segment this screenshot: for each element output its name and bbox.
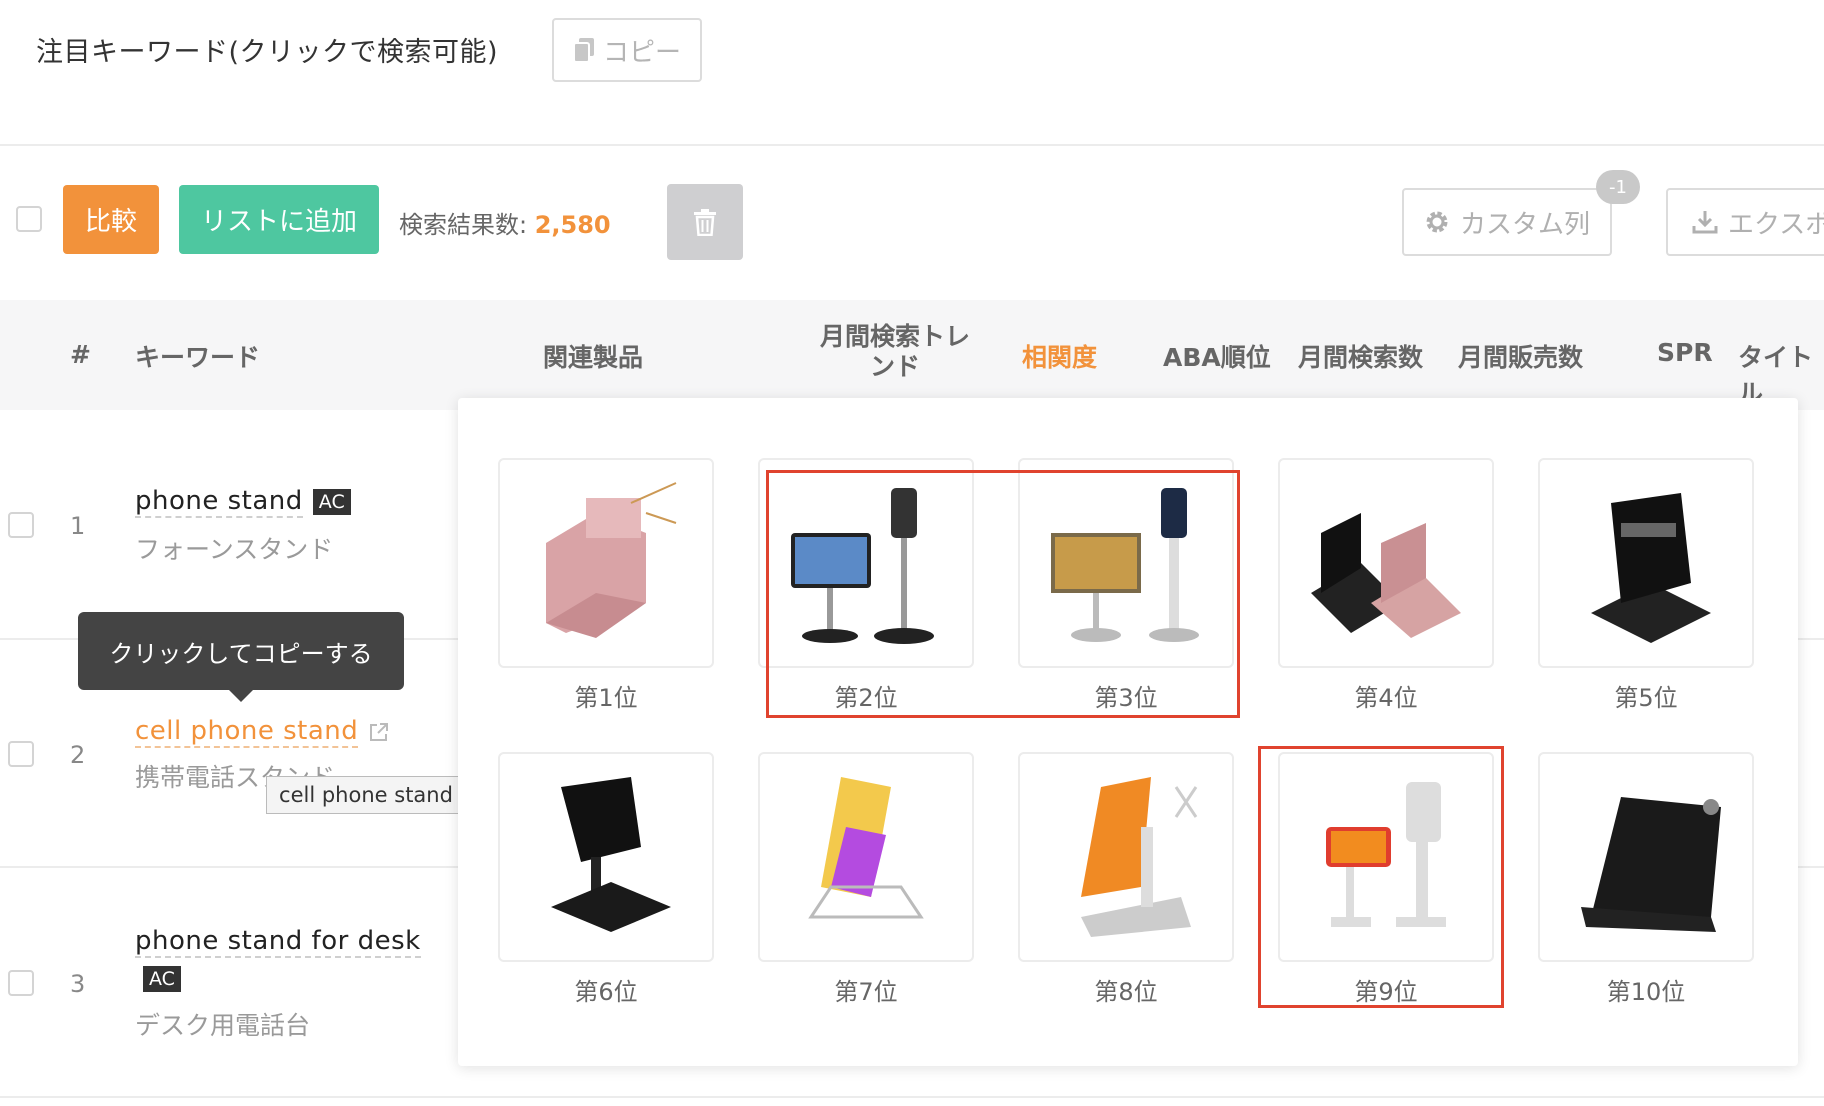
header-monthly-searches[interactable]: 月間検索数 [1298,338,1423,374]
copy-icon [572,38,594,63]
product-card[interactable] [498,458,714,668]
gear-icon [1426,211,1448,233]
result-count-label: 検索結果数: [399,211,535,239]
product-card[interactable] [1278,458,1494,668]
product-image [551,777,671,932]
keyword-cell: cell phone stand [135,716,390,748]
related-products-popup: 第1位 第2位 第3位 第4位 第5位 第6位 第7位 第8位 第9位 第10位 [458,398,1798,1066]
copy-tooltip-arrow [229,690,253,702]
custom-columns-label: カスタム列 [1459,209,1590,240]
row-divider [0,1096,1824,1098]
product-card[interactable] [1018,752,1234,962]
header-relevance[interactable]: 相関度 [1022,338,1097,374]
row-checkbox[interactable] [8,741,34,767]
product-image [1081,777,1198,937]
rank-label: 第10位 [1606,978,1686,1006]
rank-label: 第1位 [574,684,638,712]
product-image [546,482,677,638]
product-card[interactable] [498,752,714,962]
delete-button[interactable] [667,184,743,260]
header-monthly-sales[interactable]: 月間販売数 [1458,338,1583,374]
keyword-translation: フォーンスタンド [135,535,334,564]
highlight-box [1258,746,1504,1008]
divider [0,144,1824,146]
result-count-value: 2,580 [534,211,611,239]
custom-columns-button[interactable]: カスタム列 [1402,188,1612,256]
copy-button-label: コピー [602,37,681,68]
header-keyword[interactable]: キーワード [135,338,260,374]
product-card[interactable] [1538,458,1754,668]
product-image [1591,493,1711,643]
header-aba-rank[interactable]: ABA順位 [1163,338,1271,374]
row-index: 3 [70,970,86,998]
add-to-list-button[interactable]: リストに追加 [179,185,379,254]
header-monthly-search-trend: 月間検索トレンド [819,322,970,381]
download-icon [1692,211,1718,234]
ac-badge: AC [143,966,181,992]
product-image [1311,513,1461,638]
keyword-link[interactable]: phone stand [135,486,303,518]
trash-icon [694,209,716,236]
external-link-icon[interactable] [368,721,390,743]
copy-tooltip: クリックしてコピーする [78,612,404,690]
header-related-products: 関連製品 [543,343,644,372]
ac-badge: AC [312,489,351,515]
row-checkbox[interactable] [8,970,34,996]
header-index: # [70,340,91,369]
keyword-title-tooltip: cell phone stand [266,776,466,814]
keyword-link[interactable]: cell phone stand [135,716,359,748]
keyword-translation: デスク用電話台 [135,1011,311,1040]
export-label: エクスポ [1728,209,1824,240]
compare-button[interactable]: 比較 [63,185,159,254]
custom-columns-badge: -1 [1596,170,1640,204]
row-index: 1 [70,512,86,540]
rank-label: 第5位 [1614,684,1678,712]
export-button[interactable]: エクスポ [1666,188,1824,256]
row-checkbox[interactable] [8,512,34,538]
row-index: 2 [70,741,86,769]
rank-label: 第4位 [1354,684,1418,712]
keyword-cell: phone stand AC [135,486,351,518]
rank-label: 第8位 [1094,978,1158,1006]
keyword-link[interactable]: phone stand for desk [135,926,421,958]
rank-label: 第7位 [834,978,898,1006]
product-image [1581,797,1721,932]
product-card[interactable] [758,752,974,962]
copy-button[interactable]: コピー [552,18,702,82]
highlight-box [766,470,1240,718]
product-image [808,777,924,919]
result-count-text: 検索結果数: 2,580 [399,205,611,240]
header-spr[interactable]: SPR [1657,338,1713,367]
rank-label: 第6位 [574,978,638,1006]
product-card[interactable] [1538,752,1754,962]
select-all-checkbox[interactable] [16,206,42,232]
focus-keywords-title: 注目キーワード(クリックで検索可能) [36,37,499,68]
